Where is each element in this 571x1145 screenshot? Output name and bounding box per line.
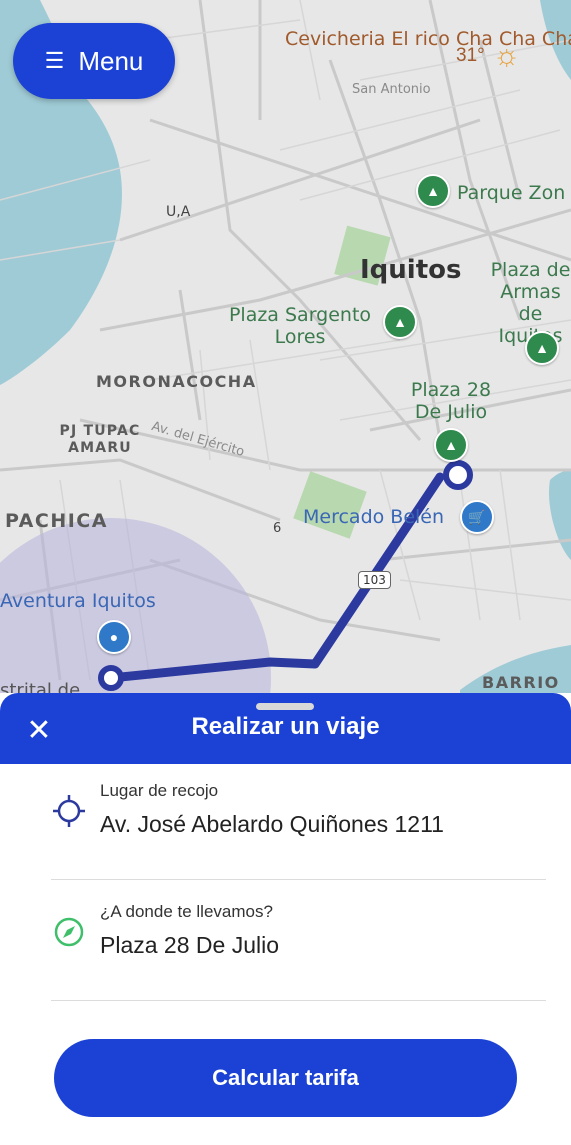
map-label-ua: U,A — [166, 204, 191, 220]
map-label-cevicheria[interactable]: Cevicheria El rico Cha Cha Cha — [285, 28, 571, 50]
menu-button-label: Menu — [78, 45, 144, 76]
route-shield-103: 103 — [358, 571, 391, 589]
compass-icon — [51, 914, 87, 950]
temperature-text: 31° — [456, 45, 485, 66]
map-label-barrio: BARRIO — [482, 673, 560, 692]
menu-button[interactable]: ☰ Menu — [13, 23, 175, 99]
map-label-six: 6 — [273, 521, 282, 536]
menu-icon: ☰ — [44, 48, 65, 73]
sun-icon: ☼ — [492, 39, 521, 72]
destination-value[interactable]: Plaza 28 De Julio — [100, 932, 279, 959]
pickup-field[interactable]: Lugar de recojo Av. José Abelardo Quiñon… — [51, 759, 546, 880]
map-label-san-antonio: San Antonio — [352, 82, 431, 97]
attraction-pin-icon[interactable]: ● — [97, 620, 131, 654]
shopping-cart-icon[interactable]: 🛒 — [460, 500, 494, 534]
destination-label: ¿A donde te llevamos? — [100, 902, 273, 921]
map-label-mercado[interactable]: Mercado Belén — [303, 506, 444, 528]
map-label-plaza-28[interactable]: Plaza 28 De Julio — [405, 379, 497, 423]
map-label-pachica: PACHICA — [5, 510, 108, 532]
map-label-parque-zon[interactable]: Parque Zon — [457, 182, 565, 204]
park-pin-icon[interactable]: ▲ — [434, 428, 468, 462]
park-pin-icon[interactable]: ▲ — [383, 305, 417, 339]
pickup-value[interactable]: Av. José Abelardo Quiñones 1211 — [100, 811, 444, 838]
map-label-pj-tupac: PJ TUPAC AMARU — [59, 423, 141, 456]
park-pin-icon[interactable]: ▲ — [525, 331, 559, 365]
park-pin-icon[interactable]: ▲ — [416, 174, 450, 208]
map-label-iquitos: Iquitos — [360, 255, 462, 285]
map-label-aventura[interactable]: Aventura Iquitos — [0, 590, 156, 612]
sheet-header: ✕ Realizar un viaje — [0, 693, 571, 764]
calculate-fare-button[interactable]: Calcular tarifa — [54, 1039, 517, 1117]
destination-field[interactable]: ¿A donde te llevamos? Plaza 28 De Julio — [51, 880, 546, 1001]
weather-widget: 31° ☼ — [456, 26, 564, 86]
sheet-title: Realizar un viaje — [191, 713, 380, 740]
crosshair-icon — [51, 793, 87, 829]
map-view[interactable]: Cevicheria El rico Cha Cha Cha San Anton… — [0, 0, 571, 705]
map-label-moronacocha: MORONACOCHA — [96, 372, 257, 391]
pickup-label: Lugar de recojo — [100, 781, 219, 800]
drag-handle[interactable] — [256, 703, 314, 710]
map-label-plaza-sargento[interactable]: Plaza Sargento Lores — [220, 304, 380, 348]
